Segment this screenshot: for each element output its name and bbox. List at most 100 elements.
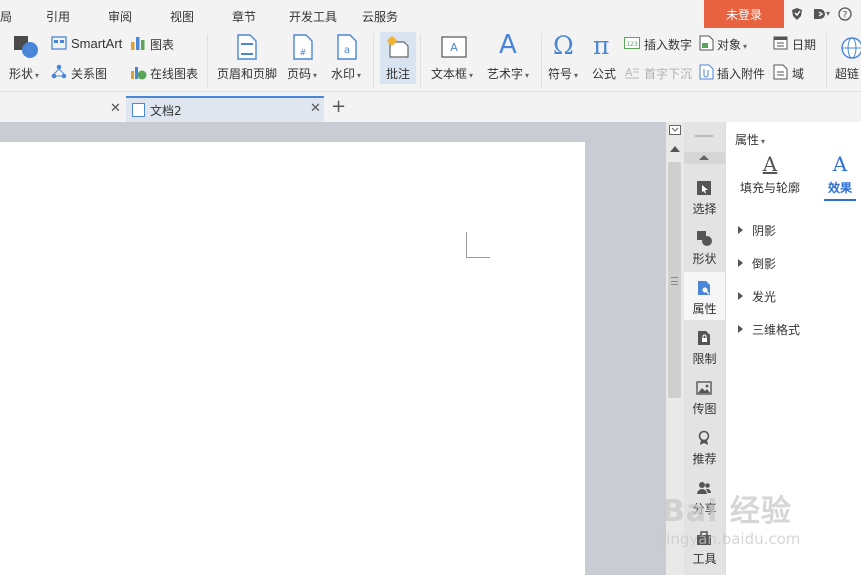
users-icon (697, 482, 712, 494)
pi-icon[interactable]: π (593, 31, 609, 60)
panel-title-dropdown[interactable]: 属性 ▾ (735, 131, 765, 148)
strip-item-tools[interactable]: 工具 (684, 522, 725, 570)
field-button[interactable]: 域 (792, 65, 804, 82)
new-tab-icon[interactable]: + (331, 96, 346, 117)
page-number-button[interactable]: 页码 ▾ (287, 65, 317, 82)
drop-cap-icon[interactable]: A (624, 66, 640, 79)
strip-collapse-icon[interactable] (684, 152, 725, 164)
object-button[interactable]: 对象 ▾ (717, 36, 747, 53)
section-label: 阴影 (752, 224, 777, 238)
chart-button[interactable]: 图表 (150, 36, 174, 53)
watermark-caret-icon: ▾ (357, 71, 362, 80)
fill-outline-icon: A (762, 152, 778, 176)
strip-label: 选择 (692, 202, 717, 216)
relation-button[interactable]: 关系图 (71, 65, 107, 82)
date-icon[interactable] (773, 35, 788, 50)
wordart-icon[interactable]: A (499, 30, 517, 60)
skin-icon[interactable] (790, 7, 804, 21)
comment-button[interactable]: 批注 (386, 65, 410, 82)
textbox-icon[interactable]: A (441, 36, 467, 58)
section-3d-format[interactable]: 三维格式 (738, 321, 800, 338)
tab-effect-label: 效果 (827, 181, 852, 195)
strip-label: 推荐 (692, 452, 717, 466)
header-footer-icon[interactable] (236, 34, 258, 60)
strip-item-properties[interactable]: 属性 (684, 272, 725, 320)
hyperlink-icon[interactable] (840, 36, 861, 60)
close-icon[interactable]: ✕ (110, 101, 121, 116)
scroll-up-icon[interactable] (670, 146, 680, 152)
tab-effect[interactable]: A 效果 (824, 152, 856, 201)
document-area[interactable] (0, 122, 666, 575)
share-icon[interactable] (812, 7, 826, 21)
online-chart-icon[interactable] (130, 64, 147, 80)
formula-button[interactable]: 公式 (592, 65, 616, 82)
tab-fill-outline[interactable]: A 填充与轮廓 (737, 152, 803, 200)
strip-item-shape[interactable]: 形状 (684, 222, 725, 270)
svg-text:a: a (344, 45, 350, 56)
strip-label: 分享 (692, 502, 717, 516)
document-page[interactable] (0, 142, 585, 575)
section-shadow[interactable]: 阴影 (738, 222, 776, 239)
omega-icon[interactable]: Ω (553, 31, 574, 60)
menu-review[interactable]: 审阅 (108, 8, 132, 25)
attachment-icon[interactable] (699, 64, 714, 80)
strip-item-recommend[interactable]: 推荐 (684, 422, 725, 470)
date-button[interactable]: 日期 (792, 36, 816, 53)
menu-view[interactable]: 视图 (170, 8, 194, 25)
header-footer-button[interactable]: 页眉和页脚 (217, 65, 277, 82)
section-label: 倒影 (752, 257, 777, 271)
tab-document[interactable]: 文档2 ✕ (126, 96, 324, 122)
scrollbar-thumb[interactable] (668, 162, 681, 398)
insert-number-button[interactable]: 插入数字 (644, 36, 692, 53)
strip-label: 工具 (692, 552, 717, 566)
login-button[interactable]: 未登录 (704, 0, 784, 28)
svg-text:A: A (450, 41, 458, 54)
split-view-icon[interactable] (669, 125, 681, 135)
menu-developer[interactable]: 开发工具 (289, 8, 337, 25)
strip-item-share[interactable]: 分享 (684, 472, 725, 520)
strip-item-select[interactable]: 选择 (684, 172, 725, 220)
shape-icon[interactable] (13, 35, 39, 59)
insert-attachment-button[interactable]: 插入附件 (717, 65, 765, 82)
properties-icon (698, 281, 710, 295)
section-reflection[interactable]: 倒影 (738, 255, 776, 272)
drop-cap-button[interactable]: 首字下沉 (644, 65, 692, 82)
share-caret-icon[interactable]: ▾ (826, 9, 830, 18)
menu-layout[interactable]: 布局 (0, 8, 12, 25)
field-icon[interactable] (773, 64, 788, 80)
strip-item-upload-image[interactable]: 传图 (684, 372, 725, 420)
comment-icon[interactable] (386, 36, 410, 60)
shape-button[interactable]: 形状 ▾ (9, 65, 39, 82)
watermark-button[interactable]: 水印 ▾ (331, 65, 361, 82)
menu-section[interactable]: 章节 (232, 8, 256, 25)
strip-item-restrict[interactable]: 限制 (684, 322, 725, 370)
watermark-icon[interactable]: a (336, 34, 358, 60)
online-chart-button[interactable]: 在线图表 (150, 65, 198, 82)
page-number-label: 页码 (287, 67, 312, 81)
help-icon[interactable]: ? (838, 7, 852, 21)
smartart-button[interactable]: SmartArt (71, 36, 122, 51)
vertical-scrollbar[interactable] (666, 122, 684, 575)
menu-cloud[interactable]: 云服务 (362, 8, 398, 25)
panel-title-caret-icon: ▾ (761, 137, 766, 146)
object-icon[interactable] (699, 35, 714, 51)
ribbon-separator (207, 34, 208, 88)
menu-bar: 布局 引用 审阅 视图 章节 开发工具 云服务 未登录 ▾ ? (0, 0, 861, 30)
ribbon-separator (826, 34, 827, 88)
textbox-button[interactable]: 文本框 ▾ (431, 65, 473, 82)
strip-handle[interactable] (695, 135, 713, 137)
section-glow[interactable]: 发光 (738, 288, 776, 305)
menu-references[interactable]: 引用 (46, 8, 70, 25)
panel-title: 属性 (735, 133, 760, 147)
relation-icon[interactable] (51, 64, 67, 80)
insert-number-icon[interactable]: 123 (624, 37, 640, 49)
smartart-icon[interactable] (51, 36, 67, 50)
chart-icon[interactable] (130, 35, 146, 51)
symbol-button[interactable]: 符号 ▾ (548, 65, 578, 82)
recommend-icon (698, 430, 710, 445)
wordart-button[interactable]: 艺术字 ▾ (487, 65, 529, 82)
hyperlink-button[interactable]: 超链 (835, 65, 859, 82)
page-number-icon[interactable]: # (292, 34, 314, 60)
close-icon[interactable]: ✕ (310, 101, 321, 116)
ribbon: 形状 ▾ SmartArt 关系图 图表 在线图表 页眉和页脚 # 页码 ▾ a 水… (0, 30, 861, 92)
